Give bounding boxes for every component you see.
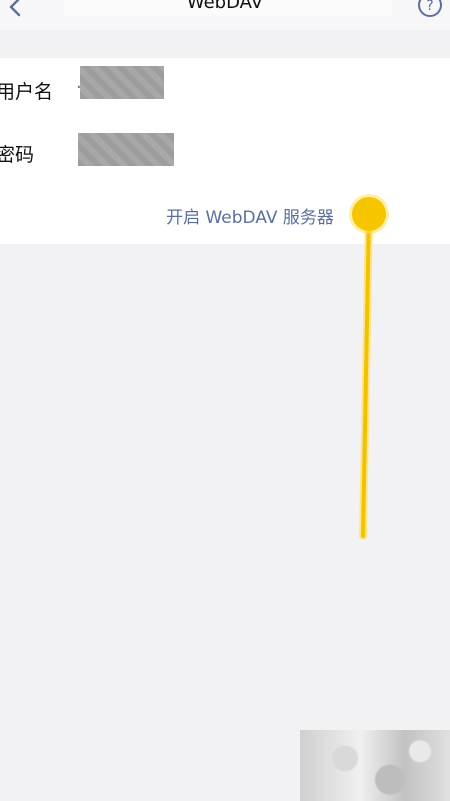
touch-point-indicator bbox=[352, 197, 386, 231]
swipe-gesture-trail bbox=[359, 210, 373, 540]
screen: WebDAV ? 用户名 · 密码 开启 WebDAV 服务器 bbox=[0, 0, 450, 801]
pixelated-watermark bbox=[300, 730, 450, 801]
